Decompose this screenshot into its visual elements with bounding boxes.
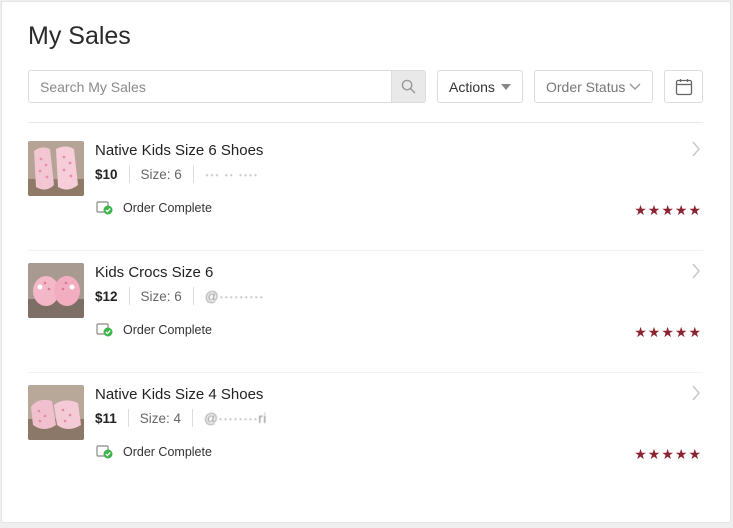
search-input[interactable]	[29, 71, 391, 102]
item-title[interactable]: Kids Crocs Size 6	[95, 264, 213, 281]
chevron-right-icon[interactable]	[691, 141, 701, 157]
item-title[interactable]: Native Kids Size 6 Shoes	[95, 142, 263, 159]
order-status: Order Complete	[96, 200, 212, 215]
search-icon	[401, 79, 416, 94]
buyer-username[interactable]: @········ri	[204, 411, 267, 426]
rating-stars: ★ ★ ★ ★ ★	[634, 325, 701, 339]
star-icon: ★	[661, 324, 674, 340]
item-meta: $10 Size: 6 ··· ·· ····	[95, 165, 258, 183]
star-icon: ★	[647, 324, 661, 340]
star-icon: ★	[661, 202, 674, 218]
order-status-text: Order Complete	[123, 444, 212, 459]
star-icon: ★	[634, 324, 647, 340]
order-status-label: Order Status	[546, 78, 626, 95]
caret-down-icon	[501, 83, 511, 90]
order-status-select[interactable]: Order Status	[534, 70, 653, 103]
list-divider	[28, 122, 703, 123]
meta-divider	[128, 165, 130, 183]
star-icon: ★	[674, 202, 688, 218]
product-thumbnail[interactable]	[28, 141, 84, 196]
search-bar	[28, 70, 426, 103]
rating-stars: ★ ★ ★ ★ ★	[634, 447, 701, 461]
product-thumbnail[interactable]	[28, 385, 84, 440]
calendar-button[interactable]	[664, 70, 703, 103]
buyer-username[interactable]: @·········	[205, 289, 264, 304]
product-thumbnail[interactable]	[28, 263, 84, 318]
order-complete-icon	[96, 201, 113, 215]
star-icon: ★	[647, 446, 661, 462]
sales-card: My Sales Actions Order Status	[1, 1, 731, 523]
sale-row[interactable]: Native Kids Size 6 Shoes $10 Size: 6 ···…	[28, 141, 703, 251]
sale-row[interactable]: Kids Crocs Size 6 $12 Size: 6 @·········…	[28, 263, 703, 373]
item-title[interactable]: Native Kids Size 4 Shoes	[95, 386, 263, 403]
sale-row[interactable]: Native Kids Size 4 Shoes $11 Size: 4 @··…	[28, 385, 703, 495]
meta-divider	[127, 409, 129, 427]
page-title: My Sales	[28, 22, 131, 50]
order-complete-icon	[96, 323, 113, 337]
search-button[interactable]	[391, 71, 425, 102]
chevron-down-icon	[629, 83, 641, 90]
star-icon: ★	[674, 324, 688, 340]
star-icon: ★	[688, 202, 701, 218]
star-icon: ★	[688, 324, 701, 340]
star-icon: ★	[688, 446, 701, 462]
star-icon: ★	[634, 202, 647, 218]
chevron-right-icon[interactable]	[691, 385, 701, 401]
calendar-icon	[675, 78, 692, 95]
item-meta: $11 Size: 4 @········ri	[95, 409, 267, 427]
star-icon: ★	[634, 446, 647, 462]
row-divider	[28, 250, 703, 251]
meta-divider	[128, 287, 130, 305]
order-status-text: Order Complete	[123, 322, 212, 337]
item-price: $11	[95, 410, 117, 426]
order-status-text: Order Complete	[123, 200, 212, 215]
buyer-username[interactable]: ··· ·· ····	[205, 167, 258, 182]
item-size: Size: 6	[140, 166, 182, 182]
actions-label: Actions	[449, 78, 495, 95]
item-size: Size: 6	[140, 288, 182, 304]
star-icon: ★	[647, 202, 661, 218]
star-icon: ★	[674, 446, 688, 462]
meta-divider	[192, 165, 194, 183]
rating-stars: ★ ★ ★ ★ ★	[634, 203, 701, 217]
item-meta: $12 Size: 6 @·········	[95, 287, 264, 305]
order-status: Order Complete	[96, 444, 212, 459]
star-icon: ★	[661, 446, 674, 462]
item-price: $12	[95, 288, 118, 304]
row-divider	[28, 372, 703, 373]
meta-divider	[192, 287, 194, 305]
chevron-right-icon[interactable]	[691, 263, 701, 279]
item-size: Size: 4	[139, 410, 182, 426]
item-price: $10	[95, 166, 118, 182]
actions-dropdown[interactable]: Actions	[437, 70, 523, 103]
order-complete-icon	[96, 445, 113, 459]
order-status: Order Complete	[96, 322, 212, 337]
meta-divider	[192, 409, 194, 427]
